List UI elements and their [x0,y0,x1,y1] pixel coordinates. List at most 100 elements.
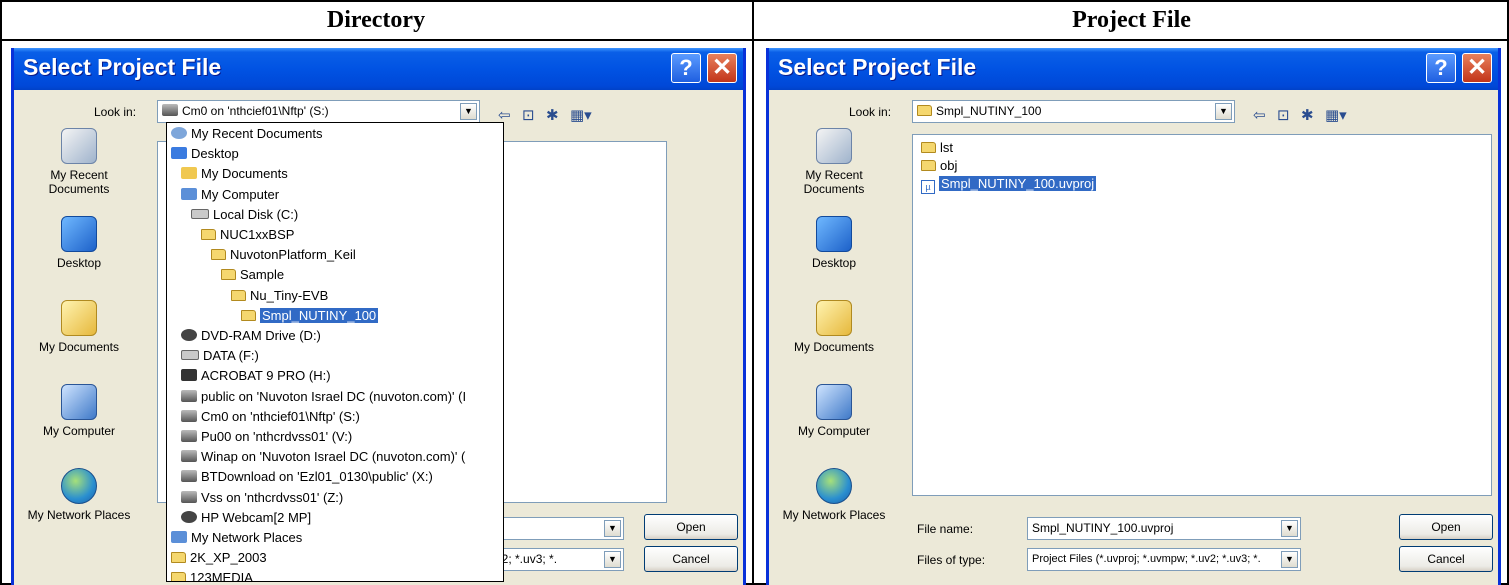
cancel-button[interactable]: Cancel [1399,546,1493,572]
dropdown-item[interactable]: NUC1xxBSP [201,225,294,244]
views-menu-icon[interactable]: ▦▾ [570,106,592,124]
place-label: My Recent Documents [48,168,110,196]
help-button[interactable]: ? [671,53,701,83]
folder-icon [921,160,936,171]
place-label: Desktop [56,256,102,270]
views-menu-icon[interactable]: ▦▾ [1325,106,1347,124]
webcam-icon [181,510,197,523]
dropdown-item[interactable]: Desktop [171,144,239,163]
dropdown-item-label: Cm0 on 'nthcief01\Nftp' (S:) [201,408,360,424]
dropdown-item-label: BTDownload on 'Ezl01_0130\public' (X:) [201,469,433,485]
dropdown-item-label: My Recent Documents [191,126,323,141]
folder-icon [221,269,236,281]
place-my-computer[interactable]: My Computer [774,384,894,438]
file-name: Smpl_NUTINY_100.uvproj [939,176,1097,191]
new-folder-icon[interactable]: ✱ [1301,106,1314,124]
dropdown-item-label: Smpl_NUTINY_100 [260,307,379,323]
dropdown-item[interactable]: My Recent Documents [171,124,323,143]
desktop-icon [61,216,97,252]
file-name-label: File name: [917,522,974,536]
dropdown-item[interactable]: public on 'Nuvoton Israel DC (nuvoton.co… [181,387,466,406]
place-my-documents[interactable]: My Documents [19,300,139,354]
open-button[interactable]: Open [644,514,738,540]
network-drive-icon [181,430,197,442]
place-my-documents[interactable]: My Documents [774,300,894,354]
network-icon [816,468,852,504]
dropdown-item-label: Pu00 on 'nthcrdvss01' (V:) [201,429,353,444]
place-label: My Network Places [27,508,131,522]
dropdown-item[interactable]: My Computer [181,185,279,204]
dropdown-item-selected[interactable]: Smpl_NUTINY_100 [241,306,379,325]
network-drive-icon [181,409,197,422]
dropdown-item[interactable]: DVD-RAM Drive (D:) [181,326,321,345]
files-of-type-combo[interactable]: uv2; *.uv3; *. ▼ [484,548,624,571]
open-button[interactable]: Open [1399,514,1493,540]
dropdown-item[interactable]: DATA (F:) [181,346,259,365]
network-drive-icon [181,470,197,483]
folder-icon [231,289,246,301]
file-name-combo[interactable]: ▼ [484,517,624,540]
dropdown-item-label: NUC1xxBSP [220,227,295,242]
dropdown-item-label: Sample [240,267,285,283]
network-icon [171,531,187,543]
chevron-down-icon[interactable]: ▼ [604,551,621,568]
chevron-down-icon[interactable]: ▼ [1281,520,1298,537]
place-desktop[interactable]: Desktop [19,216,139,270]
up-folder-icon[interactable]: ⊡ [522,106,535,124]
back-icon[interactable]: ⇦ [1253,106,1266,124]
cancel-button[interactable]: Cancel [644,546,738,572]
place-label: My Computer [797,424,871,438]
dropdown-item[interactable]: My Documents [181,164,288,183]
place-desktop[interactable]: Desktop [774,216,894,270]
file-list[interactable]: lst obj µ Smpl_NUTINY_100.uvproj [912,134,1492,496]
look-in-value: Cm0 on 'nthcief01\Nftp' (S:) [182,104,329,118]
place-my-network-places[interactable]: My Network Places [19,468,139,522]
dropdown-item[interactable]: NuvotonPlatform_Keil [211,245,356,264]
file-name: lst [940,140,953,155]
list-item[interactable]: obj [921,157,957,175]
dropdown-item[interactable]: BTDownload on 'Ezl01_0130\public' (X:) [181,467,433,486]
dropdown-item[interactable]: 2K_XP_2003 [171,548,267,567]
place-my-network-places[interactable]: My Network Places [774,468,894,522]
chevron-down-icon[interactable]: ▼ [1215,103,1232,120]
place-my-recent-documents[interactable]: My Recent Documents [774,128,894,196]
dropdown-item[interactable]: ACROBAT 9 PRO (H:) [181,366,331,385]
file-name-combo[interactable]: Smpl_NUTINY_100.uvproj ▼ [1027,517,1301,540]
project-file-icon: µ [921,180,935,194]
dropdown-item[interactable]: Sample [221,265,284,284]
dropdown-item-label: My Network Places [191,530,303,545]
chevron-down-icon[interactable]: ▼ [604,520,621,537]
new-folder-icon[interactable]: ✱ [546,106,559,124]
dropdown-item-label: Winap on 'Nuvoton Israel DC (nuvoton.com… [201,449,466,465]
dropdown-item[interactable]: Cm0 on 'nthcief01\Nftp' (S:) [181,407,360,426]
close-button[interactable]: ✕ [707,53,737,83]
dropdown-item[interactable]: HP Webcam[2 MP] [181,508,311,527]
dropdown-item[interactable]: Winap on 'Nuvoton Israel DC (nuvoton.com… [181,447,465,466]
close-button[interactable]: ✕ [1462,53,1492,83]
select-project-file-dialog-project: Select Project File ? ✕ Look in: Smpl_NU… [766,48,1501,585]
dropdown-item[interactable]: 123MEDIA [171,568,253,581]
look-in-combo[interactable]: Cm0 on 'nthcief01\Nftp' (S:) ▼ [157,100,480,123]
look-in-combo[interactable]: Smpl_NUTINY_100 ▼ [912,100,1235,123]
dropdown-item[interactable]: My Network Places [171,528,302,547]
place-my-computer[interactable]: My Computer [19,384,139,438]
documents-icon [816,300,852,336]
dropdown-item[interactable]: Vss on 'nthcrdvss01' (Z:) [181,488,343,507]
list-item[interactable]: lst [921,139,953,157]
network-drive-icon [181,450,197,463]
up-folder-icon[interactable]: ⊡ [1277,106,1290,124]
chevron-down-icon[interactable]: ▼ [1281,551,1298,568]
place-my-recent-documents[interactable]: My Recent Documents [19,128,139,196]
network-drive-icon [162,104,178,116]
list-item-selected[interactable]: µ Smpl_NUTINY_100.uvproj [921,175,1097,194]
dropdown-item[interactable]: Local Disk (C:) [191,205,298,224]
folder-icon [171,552,186,564]
place-label: My Computer [42,424,116,438]
help-button[interactable]: ? [1426,53,1456,83]
chevron-down-icon[interactable]: ▼ [460,103,477,120]
dropdown-item[interactable]: Nu_Tiny-EVB [231,286,328,305]
dropdown-item[interactable]: Pu00 on 'nthcrdvss01' (V:) [181,427,352,446]
recent-icon [171,127,187,139]
files-of-type-combo[interactable]: Project Files (*.uvproj; *.uvmpw; *.uv2;… [1027,548,1301,571]
title-bar: Select Project File ? ✕ [769,48,1498,90]
